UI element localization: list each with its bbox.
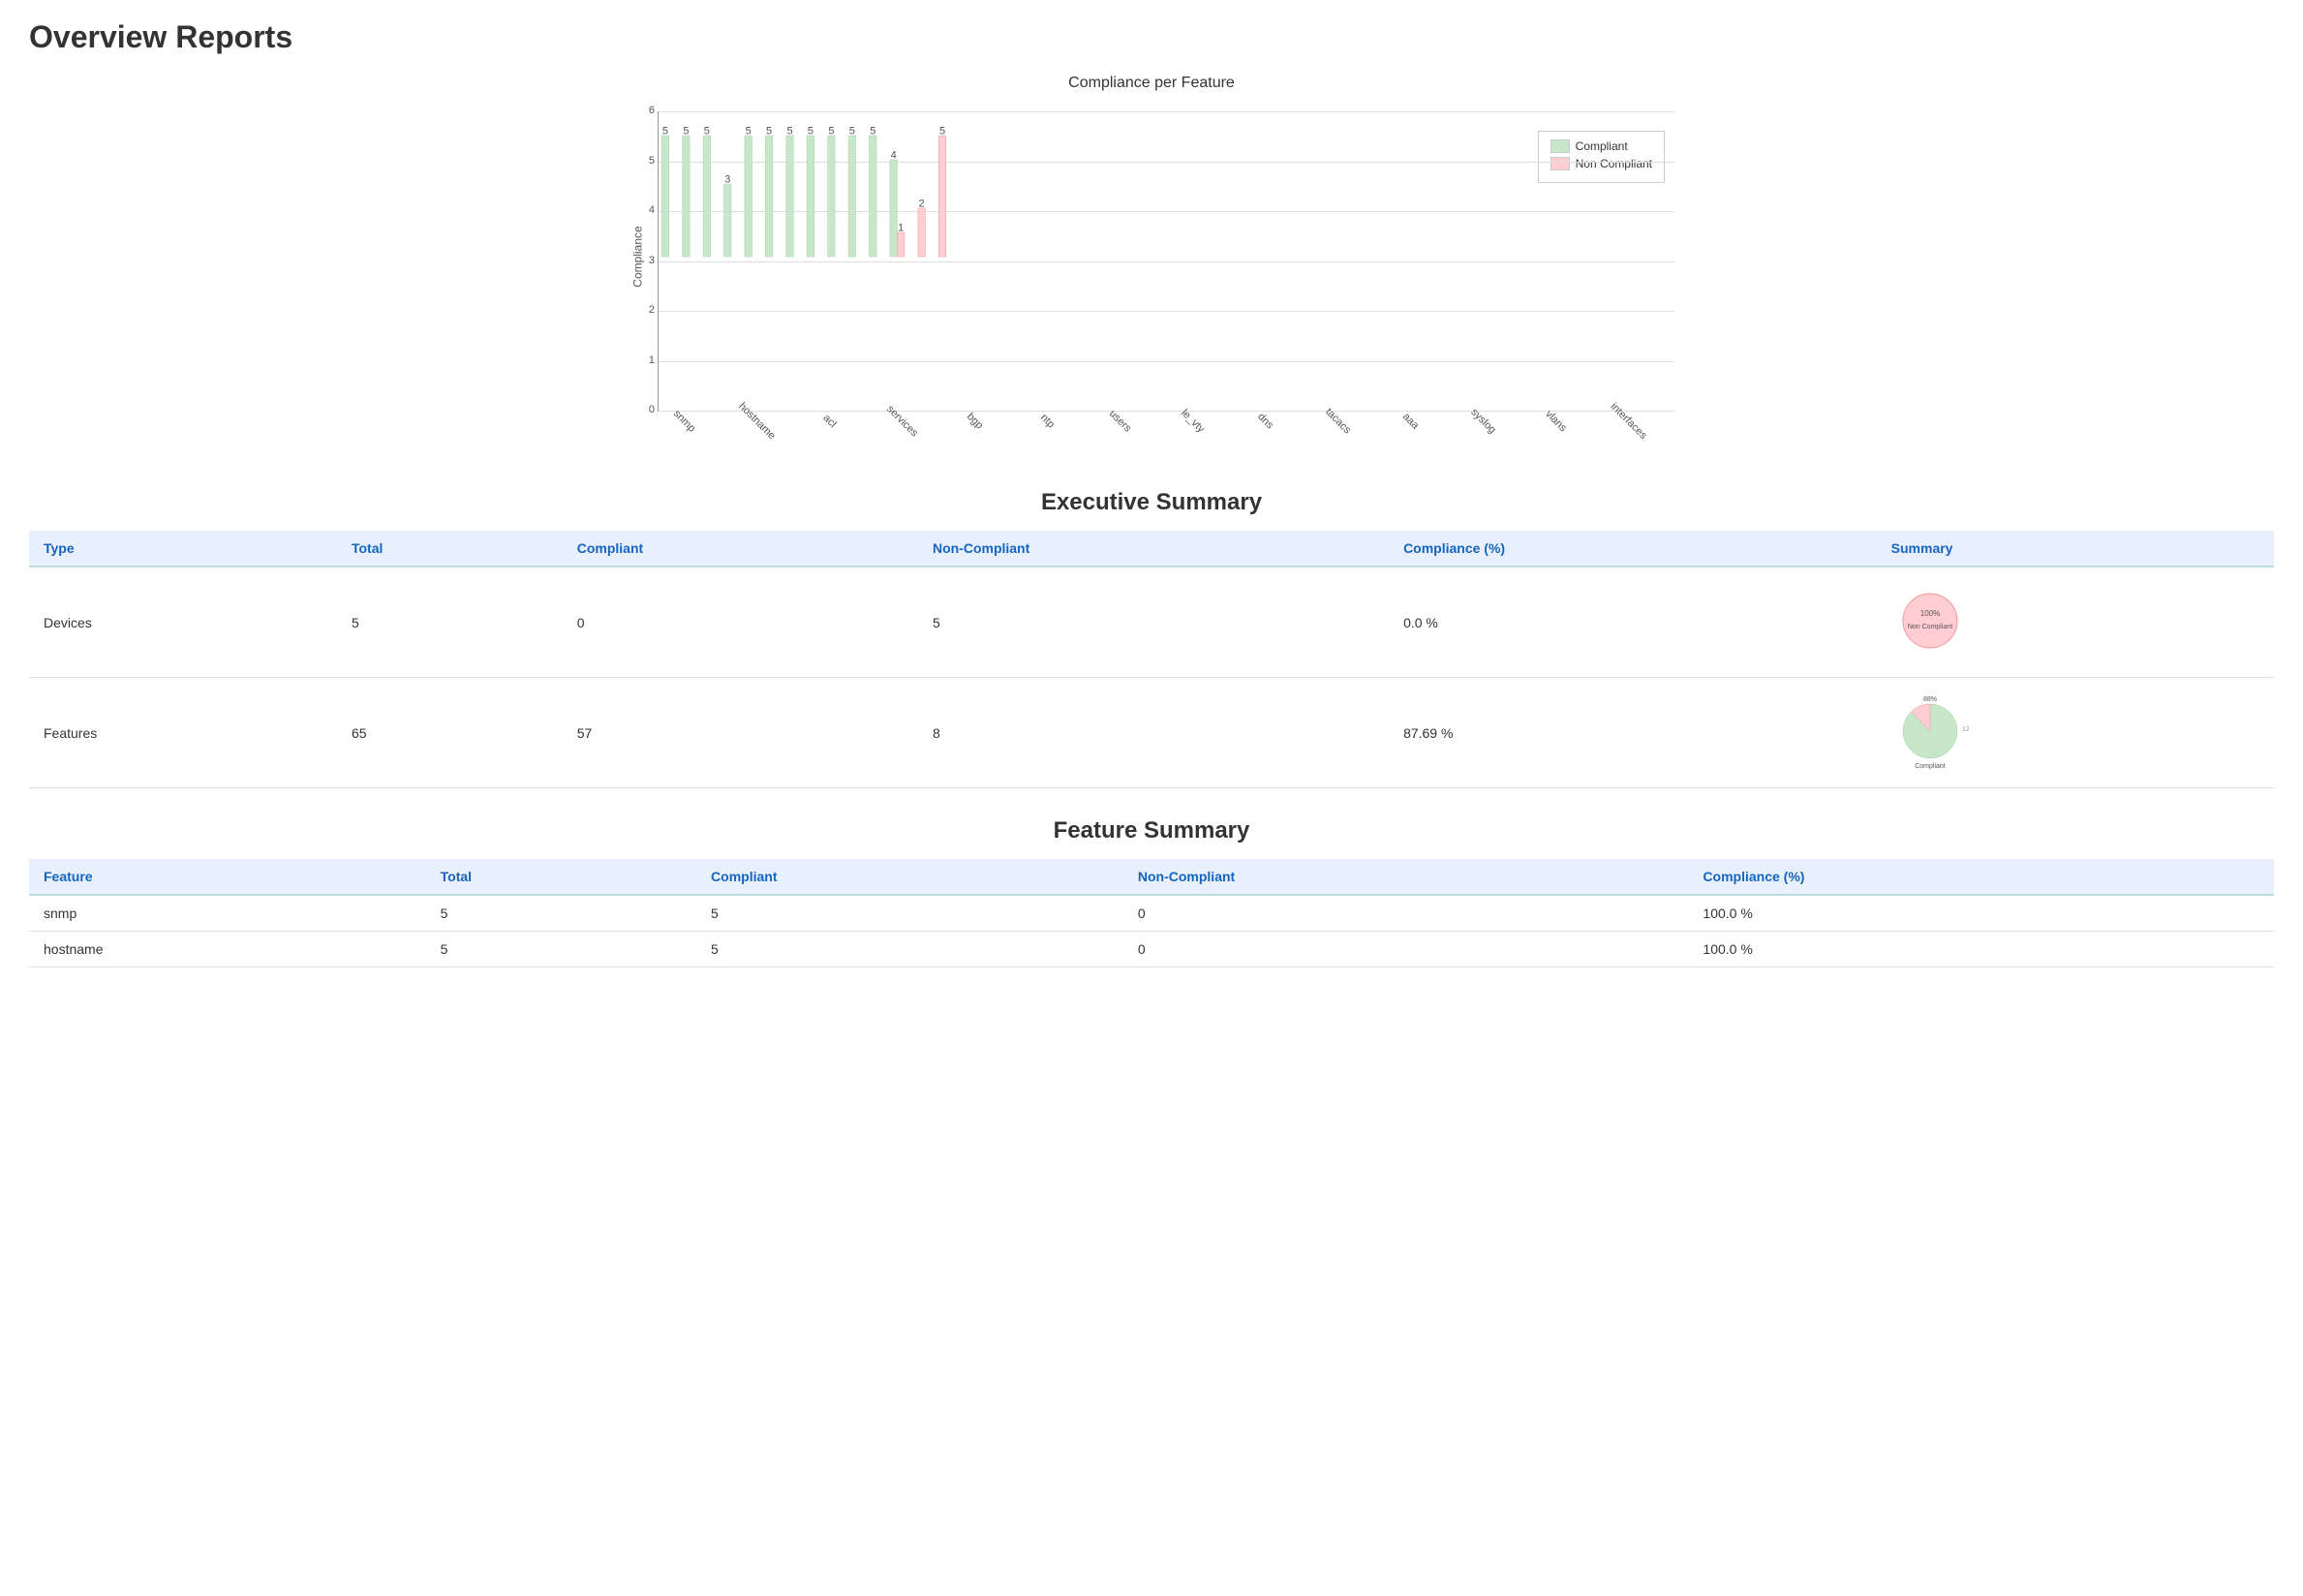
y-axis-label: Compliance: [631, 226, 645, 287]
y-gridline: 2: [659, 311, 1674, 312]
svg-text:12%: 12%: [1962, 726, 1969, 733]
exec-cell: 0.0 %: [1389, 567, 1877, 678]
exec-pie-cell: 100% Non Compliant: [1877, 567, 2274, 678]
x-labels: snmphostnameaclservicesbgpntpusersle_vty…: [658, 412, 1674, 470]
feat-table-row: snmp550100.0 %: [29, 895, 2274, 932]
feat-header-total: Total: [426, 859, 696, 895]
svg-text:100%: 100%: [1919, 609, 1939, 618]
exec-header-compliant: Compliant: [563, 531, 918, 567]
exec-header-summary: Summary: [1877, 531, 2274, 567]
chart-title: Compliance per Feature: [619, 75, 1684, 92]
exec-table-row: Features6557887.69 % 88% Compliant 12%: [29, 678, 2274, 788]
feat-table-row: hostname550100.0 %: [29, 932, 2274, 967]
exec-header-compliance-pct: Compliance (%): [1389, 531, 1877, 567]
feat-cell: 100.0 %: [1688, 932, 2274, 967]
executive-summary-table: Type Total Compliant Non-Compliant Compl…: [29, 531, 2274, 788]
feat-cell: 5: [696, 932, 1123, 967]
feat-cell: 5: [696, 895, 1123, 932]
svg-text:5: 5: [870, 126, 875, 138]
exec-cell: 65: [337, 678, 563, 788]
feat-cell: 0: [1123, 895, 1689, 932]
page-title: Overview Reports: [29, 19, 2274, 55]
feat-header-compliance-pct: Compliance (%): [1688, 859, 2274, 895]
svg-text:5: 5: [662, 126, 668, 138]
svg-text:88%: 88%: [1923, 696, 1937, 703]
svg-text:5: 5: [704, 126, 710, 138]
svg-text:5: 5: [746, 126, 752, 138]
svg-text:5: 5: [828, 126, 834, 138]
exec-header-non-compliant: Non-Compliant: [918, 531, 1389, 567]
exec-cell: Devices: [29, 567, 337, 678]
feat-cell: 0: [1123, 932, 1689, 967]
svg-text:5: 5: [849, 126, 855, 138]
svg-text:4: 4: [891, 150, 897, 162]
svg-text:Non Compliant: Non Compliant: [1908, 624, 1952, 630]
feat-cell: 5: [426, 932, 696, 967]
exec-header-total: Total: [337, 531, 563, 567]
y-gridline: 3: [659, 261, 1674, 262]
feat-header-compliant: Compliant: [696, 859, 1123, 895]
exec-cell: Features: [29, 678, 337, 788]
exec-cell: 87.69 %: [1389, 678, 1877, 788]
exec-cell: 8: [918, 678, 1389, 788]
svg-text:5: 5: [939, 126, 945, 138]
feat-cell: 5: [426, 895, 696, 932]
svg-text:5: 5: [766, 126, 772, 138]
bars-svg: 5 5 5 3 5 5 5 5 5 5 5 4 1 2 5: [659, 111, 949, 257]
svg-text:2: 2: [919, 199, 925, 210]
svg-text:Compliant: Compliant: [1915, 763, 1946, 770]
svg-text:1: 1: [898, 223, 904, 234]
compliance-chart-wrapper: Compliance per Feature Compliant Non Com…: [619, 75, 1684, 470]
svg-text:5: 5: [786, 126, 792, 138]
exec-cell: 5: [918, 567, 1389, 678]
svg-text:3: 3: [724, 174, 730, 186]
svg-text:5: 5: [683, 126, 689, 138]
exec-header-type: Type: [29, 531, 337, 567]
exec-cell: 57: [563, 678, 918, 788]
feat-cell: snmp: [29, 895, 426, 932]
exec-table-row: Devices5050.0 % 100% Non Compliant: [29, 567, 2274, 678]
exec-pie-cell: 88% Compliant 12%: [1877, 678, 2274, 788]
feature-summary-table: Feature Total Compliant Non-Compliant Co…: [29, 859, 2274, 967]
executive-summary-title: Executive Summary: [29, 489, 2274, 516]
feat-cell: hostname: [29, 932, 426, 967]
chart-area: 0123456 555355555554125: [658, 111, 1674, 412]
exec-cell: 0: [563, 567, 918, 678]
y-gridline: 1: [659, 361, 1674, 362]
exec-cell: 5: [337, 567, 563, 678]
svg-text:5: 5: [808, 126, 814, 138]
feat-cell: 100.0 %: [1688, 895, 2274, 932]
feat-header-non-compliant: Non-Compliant: [1123, 859, 1689, 895]
feat-header-feature: Feature: [29, 859, 426, 895]
feature-summary-title: Feature Summary: [29, 817, 2274, 844]
